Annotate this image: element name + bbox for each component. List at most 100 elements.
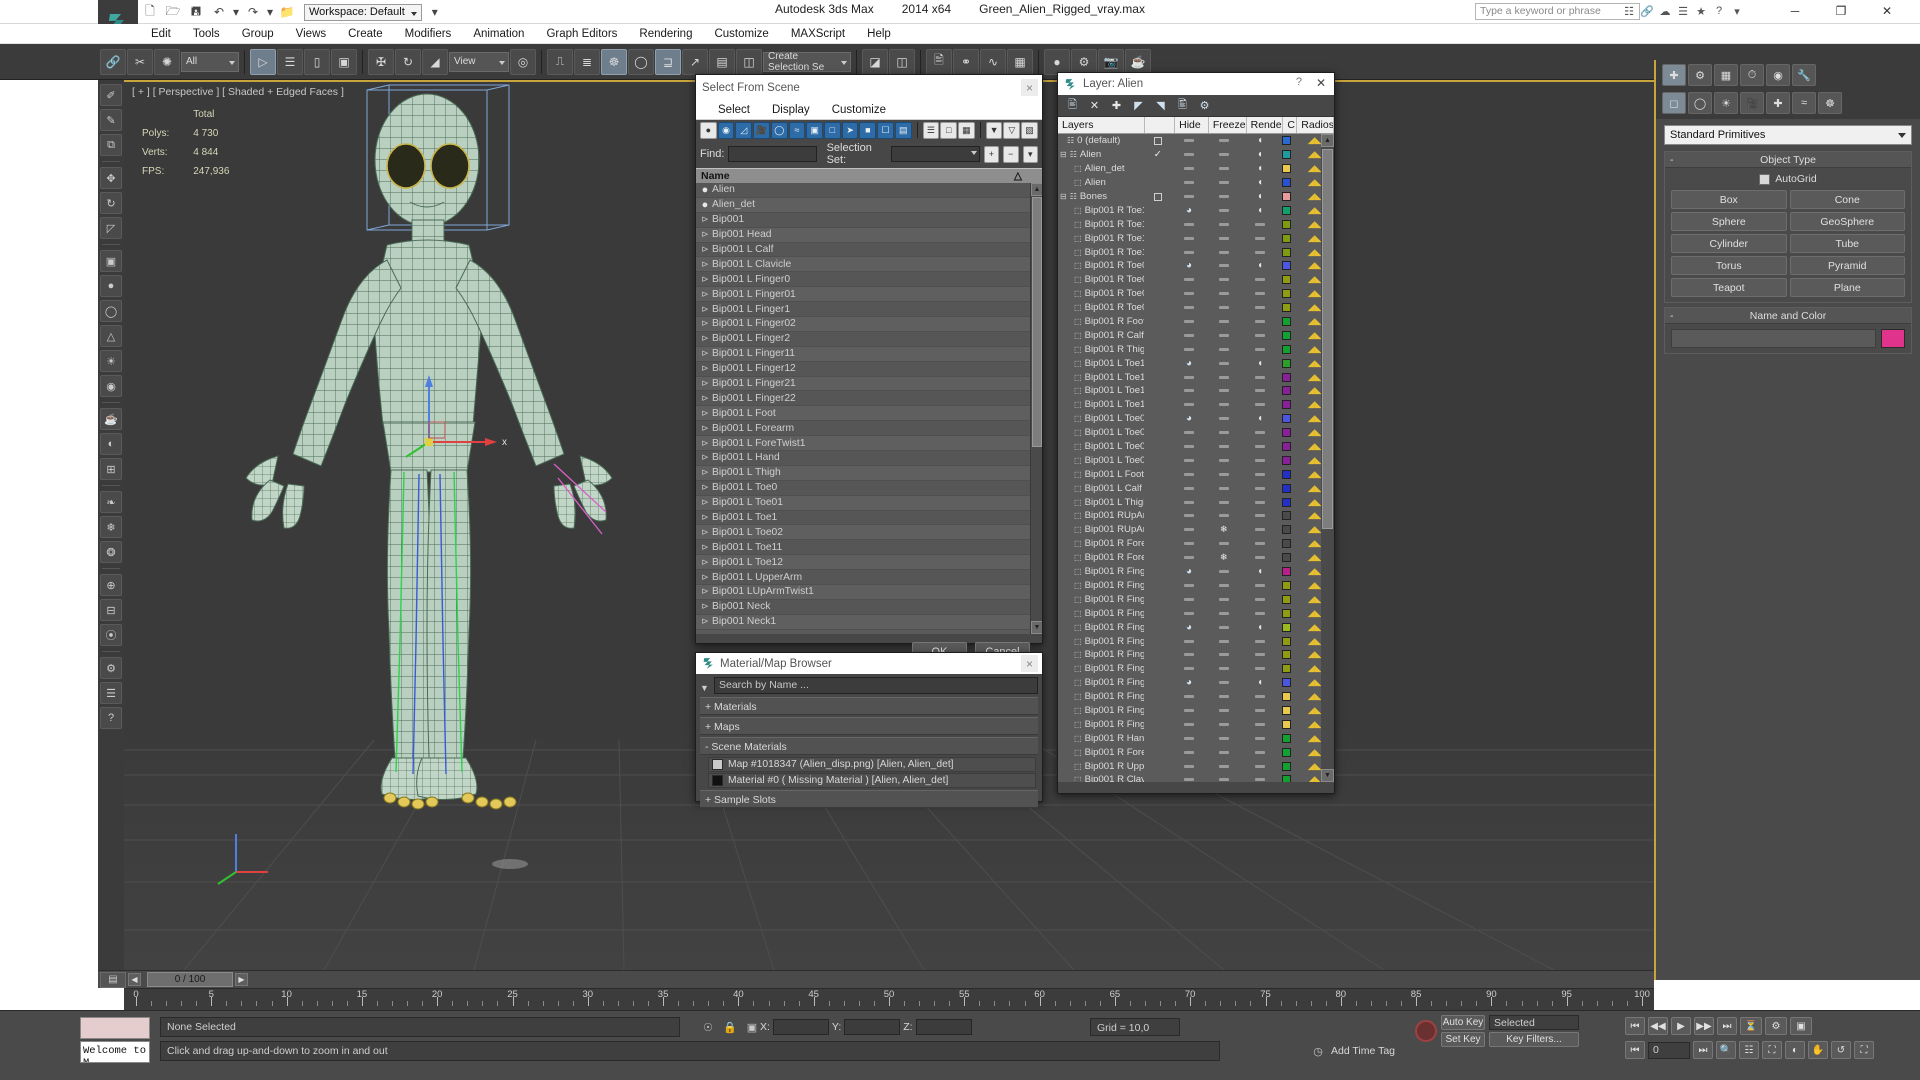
object-type-tube-button[interactable]: Tube	[1789, 234, 1905, 253]
layer-color-cell[interactable]	[1278, 453, 1295, 467]
layer-render-cell[interactable]: ◖	[1242, 134, 1278, 148]
layer-freeze-cell[interactable]	[1205, 648, 1242, 662]
object-color-swatch[interactable]	[1881, 329, 1905, 348]
layer-freeze-cell[interactable]	[1205, 676, 1242, 690]
save-file-icon[interactable]: 🖪	[186, 2, 206, 22]
layer-current-cell[interactable]	[1144, 301, 1173, 315]
layer-name-cell[interactable]: ⬚ Bip001 R Foot	[1058, 315, 1144, 329]
layer-color-swatch[interactable]	[1282, 733, 1292, 743]
undo-dropdown-icon[interactable]: ▾	[232, 2, 240, 22]
favorites-icon[interactable]: ★	[1693, 2, 1709, 20]
minimize-button[interactable]: ─	[1772, 0, 1818, 22]
layer-hide-cell[interactable]	[1173, 662, 1206, 676]
layer-color-swatch[interactable]	[1282, 636, 1292, 646]
menu-item-group[interactable]: Group	[231, 26, 285, 42]
layer-current-cell[interactable]	[1144, 412, 1173, 426]
layer-color-cell[interactable]	[1278, 287, 1295, 301]
redo-icon[interactable]: ↷	[243, 2, 263, 22]
layer-name-cell[interactable]: ⬚Bip001 R Finger0	[1058, 704, 1144, 718]
open-file-icon[interactable]: 🗁	[163, 2, 183, 22]
layer-freeze-cell[interactable]	[1205, 509, 1242, 523]
layer-freeze-cell[interactable]	[1205, 176, 1242, 190]
remove-selection-set-icon[interactable]: −	[1003, 145, 1019, 163]
display-xrefs-icon[interactable]: □	[824, 121, 841, 139]
chevron-down-icon[interactable]: ▾	[1729, 2, 1745, 20]
layer-name-cell[interactable]: ⬚Bip001 R Finger1	[1058, 620, 1144, 634]
scene-list-row[interactable]: ⊳ Bip001 Neck	[696, 599, 1042, 615]
schematic-view-icon[interactable]: ▦	[1007, 48, 1033, 75]
material-editor-icon[interactable]: ●	[1044, 48, 1070, 75]
layer-hide-cell[interactable]	[1173, 162, 1206, 176]
layer-current-cell[interactable]	[1144, 676, 1173, 690]
layer-row[interactable]: ⬚ Bip001 R Toe0 ◢◣	[1058, 301, 1334, 315]
display-groups-icon[interactable]: ▣	[806, 121, 824, 139]
helper-icon[interactable]: ⊕	[100, 574, 122, 596]
close-button[interactable]: ✕	[1864, 0, 1910, 22]
layer-color-swatch[interactable]	[1282, 150, 1292, 160]
layer-hide-cell[interactable]	[1173, 176, 1206, 190]
layer-name-cell[interactable]: ⬚ Bip001 R Toe0	[1058, 301, 1144, 315]
key-mode-combo[interactable]: Selected	[1489, 1015, 1579, 1030]
layer-render-cell[interactable]: ◖	[1242, 190, 1278, 204]
isolate-selection-icon[interactable]: ▣	[744, 1019, 760, 1035]
systems-icon[interactable]: ☸	[1818, 92, 1842, 114]
col-hide[interactable]: Hide	[1175, 117, 1209, 133]
layer-name-cell[interactable]: ⬚Bip001 L Toe1Nu	[1058, 356, 1144, 370]
layer-freeze-cell[interactable]	[1205, 467, 1242, 481]
layer-hide-cell[interactable]	[1173, 453, 1206, 467]
layer-name-cell[interactable]: ⬚Bip001 R Toe01	[1058, 287, 1144, 301]
layer-list[interactable]: ☷ 0 (default) ◖ ◢◣ ⊟ ☷ Alien ✓ ◖ ◢◣ ⬚ Alien_det ◖ ◢◣ ⬚…	[1058, 134, 1334, 782]
render-icon[interactable]: ☕	[100, 408, 122, 430]
layer-freeze-cell[interactable]	[1205, 565, 1242, 579]
layer-color-cell[interactable]	[1278, 426, 1295, 440]
col-render[interactable]: Render	[1247, 117, 1284, 133]
layer-color-swatch[interactable]	[1282, 692, 1292, 702]
cone-icon[interactable]: △	[100, 325, 122, 347]
close-icon[interactable]: ×	[1021, 655, 1038, 672]
time-slider[interactable]: 0 / 100	[147, 972, 233, 987]
layer-color-cell[interactable]	[1278, 315, 1295, 329]
layer-name-cell[interactable]: ⬚Bip001 R Finger0	[1058, 717, 1144, 731]
paint-selection-icon[interactable]: ✎	[100, 109, 122, 131]
scene-list-row[interactable]: ⊳ Bip001 L Finger2	[696, 331, 1042, 347]
layer-render-cell[interactable]: ◖	[1242, 356, 1278, 370]
layer-render-cell[interactable]	[1242, 217, 1278, 231]
layer-color-swatch[interactable]	[1282, 719, 1292, 729]
display-geometry-icon[interactable]: ●	[700, 121, 717, 139]
project-folder-icon[interactable]: 📁	[277, 2, 297, 22]
layer-current-cell[interactable]	[1144, 579, 1173, 593]
layer-color-swatch[interactable]	[1282, 386, 1292, 396]
previous-key-icon[interactable]: ◀◀	[1648, 1017, 1668, 1035]
layer-row[interactable]: ⬚ Bip001 L Thigh ◢◣	[1058, 495, 1334, 509]
scene-object-list[interactable]: ● Alien ● Alien_det ⊳ Bip001 ⊳ Bip001 Head ⊳ Bip0…	[696, 183, 1042, 634]
layer-current-cell[interactable]	[1144, 426, 1173, 440]
layer-hide-cell[interactable]	[1173, 759, 1206, 773]
layer-freeze-cell[interactable]	[1205, 634, 1242, 648]
layer-color-swatch[interactable]	[1282, 330, 1292, 340]
layer-color-cell[interactable]	[1278, 731, 1295, 745]
menu-item-rendering[interactable]: Rendering	[628, 26, 703, 42]
scroll-up-icon[interactable]: ▲	[1321, 134, 1334, 147]
layer-render-cell[interactable]	[1242, 245, 1278, 259]
layer-render-cell[interactable]: ◖	[1242, 148, 1278, 162]
expand-collapse-icon[interactable]: ⊟	[1060, 192, 1067, 201]
layer-current-cell[interactable]	[1144, 315, 1173, 329]
layer-current-cell[interactable]	[1144, 662, 1173, 676]
bind-to-spacewarp-icon[interactable]: ✺	[154, 48, 180, 75]
key-step-forward-icon[interactable]: ⏭	[1693, 1041, 1713, 1059]
scene-list-row[interactable]: ⊳ Bip001 L Foot	[696, 406, 1042, 422]
layer-current-cell[interactable]	[1144, 398, 1173, 412]
layer-color-swatch[interactable]	[1282, 567, 1292, 577]
layer-color-swatch[interactable]	[1282, 192, 1292, 201]
layer-freeze-cell[interactable]: ❄	[1205, 551, 1242, 565]
layer-row[interactable]: ⬚ Bip001 R Toe1 ◢◣	[1058, 245, 1334, 259]
goto-end-icon[interactable]: ⏭	[1717, 1017, 1737, 1035]
filter-dropdown-icon[interactable]: ▼	[700, 683, 709, 693]
layer-color-cell[interactable]	[1278, 273, 1295, 287]
layer-render-cell[interactable]: ◖	[1242, 620, 1278, 634]
layer-row[interactable]: ⬚ Alien_det ◖ ◢◣	[1058, 162, 1334, 176]
layer-name-cell[interactable]: ⬚Bip001 R Toe0Nu	[1058, 259, 1144, 273]
collapse-icon[interactable]: -	[1670, 308, 1674, 324]
expand-collapse-icon[interactable]: ⊟	[1060, 150, 1067, 159]
layer-color-swatch[interactable]	[1282, 344, 1292, 354]
